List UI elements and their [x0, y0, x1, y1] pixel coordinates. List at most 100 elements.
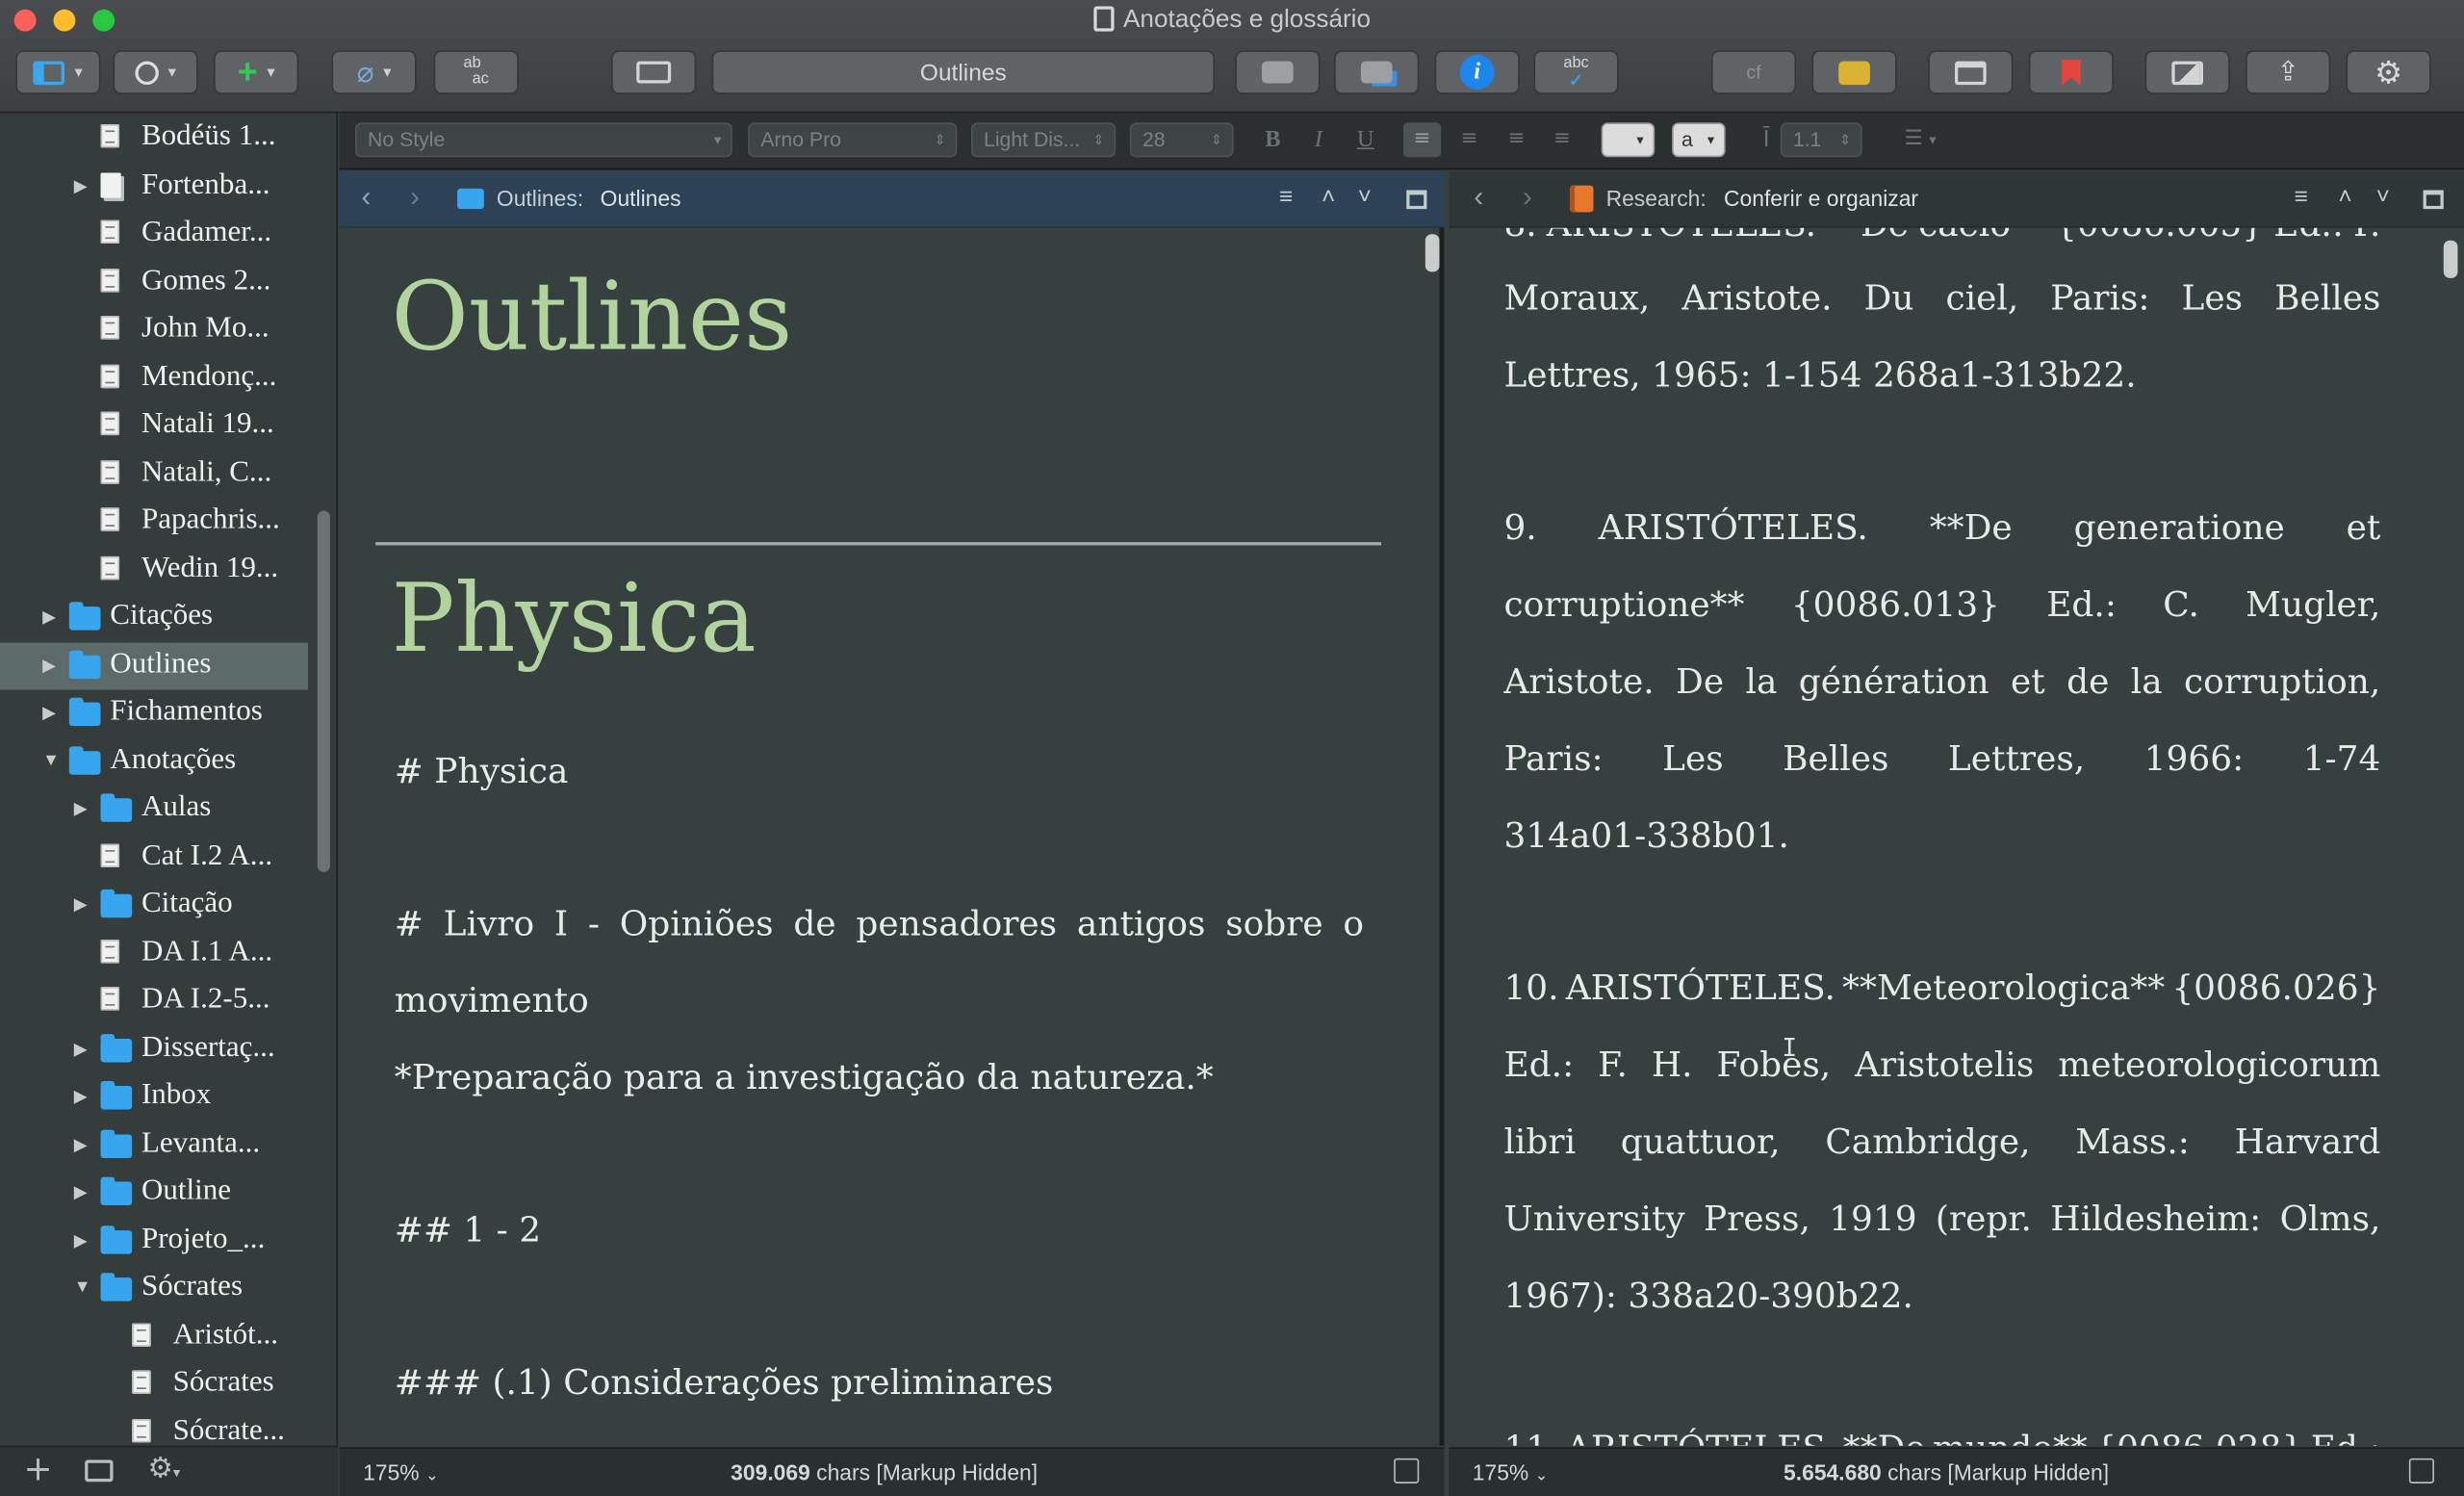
disclosure-collapsed-icon[interactable]: ▶: [74, 894, 88, 915]
attachment-button[interactable]: ⌀ ▾: [331, 50, 417, 94]
disclosure-expanded-icon[interactable]: ▼: [42, 750, 60, 769]
editor-right[interactable]: I 8.ARISTÓTELES.**Decaelo**{0086.005}Ed.…: [1449, 227, 2464, 1446]
zoom-select[interactable]: 175% ⌄: [1473, 1459, 1549, 1484]
align-center-button[interactable]: ≡: [1450, 122, 1488, 157]
binder-item[interactable]: Sócrate...: [0, 1408, 308, 1446]
search-button[interactable]: ▾: [113, 50, 198, 94]
binder-scrollbar[interactable]: [317, 510, 330, 872]
settings-button[interactable]: ⚙: [2346, 50, 2431, 94]
disclosure-collapsed-icon[interactable]: ▶: [74, 1038, 88, 1059]
italic-button[interactable]: I: [1299, 122, 1337, 157]
spellcheck-button[interactable]: abc ✓: [1533, 50, 1619, 94]
add-folder-button[interactable]: [85, 1459, 114, 1483]
inspector-button[interactable]: i: [1434, 50, 1520, 94]
align-justify-button[interactable]: ≡: [1543, 122, 1580, 157]
header-document-name[interactable]: Conferir e organizar: [1724, 186, 1918, 211]
replace-text-button[interactable]: ab ac: [433, 50, 519, 94]
add-document-button[interactable]: + ▾: [214, 50, 299, 94]
binder-item[interactable]: ▶ Projeto_...: [0, 1217, 308, 1264]
document-menu-icon[interactable]: ≡: [1279, 184, 1293, 211]
binder-item[interactable]: ▶ Outline: [0, 1169, 308, 1216]
binder-item[interactable]: Papachris...: [0, 498, 308, 545]
next-document-icon[interactable]: ˅: [1358, 184, 1372, 211]
previous-document-icon[interactable]: ˄: [1322, 184, 1335, 211]
binder-item[interactable]: ▶ Levanta...: [0, 1122, 308, 1169]
document-menu-icon[interactable]: ≡: [2295, 184, 2308, 211]
editor-scrollbar[interactable]: [1424, 234, 1440, 272]
contrast-toggle-button[interactable]: [2144, 50, 2230, 94]
gear-icon[interactable]: ⚙▾: [147, 1452, 180, 1484]
binder-item[interactable]: ▶ Outlines: [0, 641, 308, 689]
list-style-button[interactable]: ☰ ▾: [1892, 122, 1949, 157]
binder-item[interactable]: Wedin 19...: [0, 546, 308, 593]
add-comment-button[interactable]: [1811, 50, 1897, 94]
binder-item[interactable]: Mendonç...: [0, 354, 308, 401]
next-document-icon[interactable]: ˅: [2376, 184, 2390, 211]
disclosure-collapsed-icon[interactable]: ▶: [42, 606, 56, 628]
disclosure-collapsed-icon[interactable]: ▶: [74, 1086, 88, 1107]
split-toggle-icon[interactable]: [1406, 190, 1427, 210]
bookmark-button[interactable]: [2028, 50, 2114, 94]
align-right-button[interactable]: ≡: [1498, 122, 1535, 157]
forward-arrow-icon[interactable]: ›: [410, 181, 420, 214]
line-spacing-select[interactable]: 1.1 ⇕: [1780, 122, 1862, 158]
binder-item[interactable]: ▼ Anotações: [0, 737, 308, 785]
disclosure-collapsed-icon[interactable]: ▶: [74, 175, 88, 196]
compare-snapshot-button[interactable]: [1334, 50, 1420, 94]
disclosure-collapsed-icon[interactable]: ▶: [74, 798, 88, 819]
disclosure-collapsed-icon[interactable]: ▶: [74, 1134, 88, 1154]
back-arrow-icon[interactable]: ‹: [1474, 181, 1483, 214]
binder-item[interactable]: Gadamer...: [0, 211, 308, 258]
header-document-name[interactable]: Outlines: [601, 186, 681, 211]
binder-item[interactable]: Natali, C...: [0, 451, 308, 498]
binder-item[interactable]: DA I.2-5...: [0, 977, 308, 1024]
style-select[interactable]: No Style ▾: [354, 122, 732, 158]
binder-item[interactable]: ▶ Citação: [0, 882, 308, 929]
disclosure-expanded-icon[interactable]: ▼: [74, 1277, 91, 1297]
target-checkbox-icon[interactable]: [2408, 1457, 2434, 1483]
quick-reference-button[interactable]: [1928, 50, 2014, 94]
forward-arrow-icon[interactable]: ›: [1523, 181, 1532, 214]
binder-item[interactable]: ▶ Aulas: [0, 786, 308, 833]
binder-item[interactable]: ▶ Citações: [0, 594, 308, 641]
editor-left[interactable]: Outlines Physica # Physica # Livro I - Opini…: [339, 227, 1445, 1446]
back-arrow-icon[interactable]: ‹: [362, 181, 372, 214]
binder-item[interactable]: Sócrates: [0, 1361, 308, 1408]
view-title-field[interactable]: Outlines: [711, 50, 1216, 94]
binder-item[interactable]: Bodéüs 1...: [0, 115, 308, 162]
target-checkbox-icon[interactable]: [1394, 1457, 1420, 1483]
binder-item[interactable]: ▶ Fortenba...: [0, 163, 308, 210]
highlight-color-picker[interactable]: a ▾: [1672, 122, 1726, 158]
binder-item[interactable]: ▶ Fichamentos: [0, 690, 308, 737]
binder-item[interactable]: Gomes 2...: [0, 259, 308, 306]
binder-item[interactable]: Aristót...: [0, 1313, 308, 1360]
binder-item[interactable]: Natali 19...: [0, 402, 308, 450]
disclosure-collapsed-icon[interactable]: ▶: [74, 1229, 88, 1251]
font-size-select[interactable]: 28 ⇕: [1129, 122, 1234, 158]
snapshot-button[interactable]: [1235, 50, 1321, 94]
align-left-button[interactable]: ≡: [1402, 122, 1442, 158]
disclosure-collapsed-icon[interactable]: ▶: [42, 655, 56, 676]
comments-toggle-button[interactable]: cf: [1710, 50, 1797, 94]
previous-document-icon[interactable]: ˄: [2338, 184, 2351, 211]
font-weight-select[interactable]: Light Dis... ⇕: [970, 122, 1116, 158]
bold-button[interactable]: B: [1254, 122, 1292, 157]
binder-item[interactable]: ▶ Dissertaç...: [0, 1025, 308, 1072]
disclosure-collapsed-icon[interactable]: ▶: [42, 703, 56, 723]
font-family-select[interactable]: Arno Pro ⇕: [748, 122, 958, 158]
split-toggle-icon[interactable]: [2423, 190, 2444, 210]
binder-item[interactable]: ▼ Sócrates: [0, 1265, 308, 1312]
text-color-picker[interactable]: ▾: [1601, 122, 1656, 158]
composition-mode-button[interactable]: [611, 50, 697, 94]
binder-item[interactable]: DA I.1 A...: [0, 930, 308, 977]
binder-item[interactable]: Cat I.2 A...: [0, 834, 308, 881]
zoom-select[interactable]: 175% ⌄: [363, 1459, 439, 1484]
disclosure-collapsed-icon[interactable]: ▶: [74, 1182, 88, 1202]
view-mode-button[interactable]: ▾: [15, 50, 101, 94]
add-item-button[interactable]: +: [23, 1451, 52, 1490]
share-button[interactable]: ⇪: [2246, 50, 2331, 94]
editor-scrollbar[interactable]: [2443, 240, 2458, 278]
binder-item[interactable]: John Mo...: [0, 306, 308, 353]
underline-button[interactable]: U: [1347, 122, 1384, 157]
binder-item[interactable]: ▶ Inbox: [0, 1073, 308, 1121]
